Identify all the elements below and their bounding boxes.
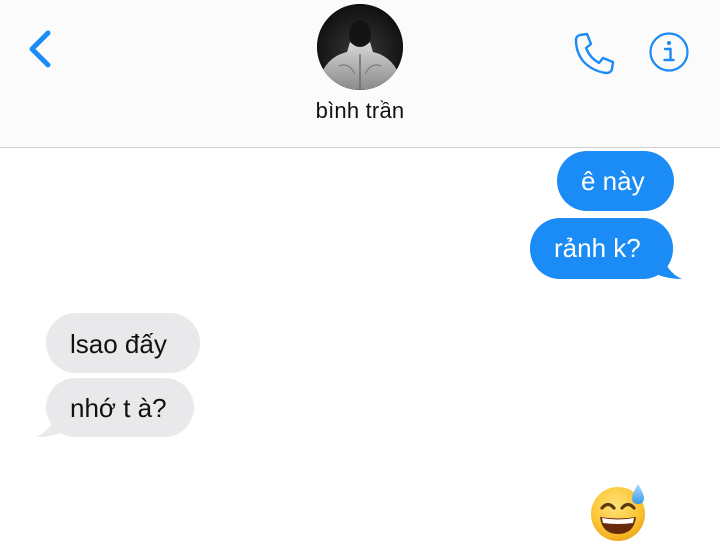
message-bubble-sent[interactable]: rảnh k? [530, 218, 682, 279]
bubble-tail [650, 249, 682, 279]
message-text: lsao đấy [70, 329, 167, 359]
message-bubble-received[interactable]: nhớ t à? [36, 378, 194, 437]
phone-icon [574, 32, 615, 75]
contact-name[interactable]: bình trần [290, 98, 430, 124]
conversation-screen: bình trần ê này rảnh k? lsao đấy nhớ t à… [0, 0, 720, 553]
emoji-message[interactable] [586, 480, 650, 544]
avatar-image [317, 4, 403, 90]
message-bubble-sent[interactable]: ê này [557, 151, 674, 211]
bubble-tail [36, 408, 68, 437]
chevron-left-icon [29, 30, 51, 68]
contact-avatar[interactable] [317, 4, 403, 90]
grinning-face-with-sweat-icon [591, 484, 645, 541]
message-text: nhớ t à? [70, 393, 167, 423]
back-button[interactable] [18, 24, 62, 74]
info-icon [649, 32, 689, 72]
message-text: rảnh k? [554, 233, 641, 263]
call-button[interactable] [570, 28, 620, 78]
info-button[interactable] [648, 31, 690, 73]
message-bubble-received[interactable]: lsao đấy [46, 313, 200, 373]
conversation-header: bình trần [0, 0, 720, 148]
message-text: ê này [581, 166, 645, 196]
